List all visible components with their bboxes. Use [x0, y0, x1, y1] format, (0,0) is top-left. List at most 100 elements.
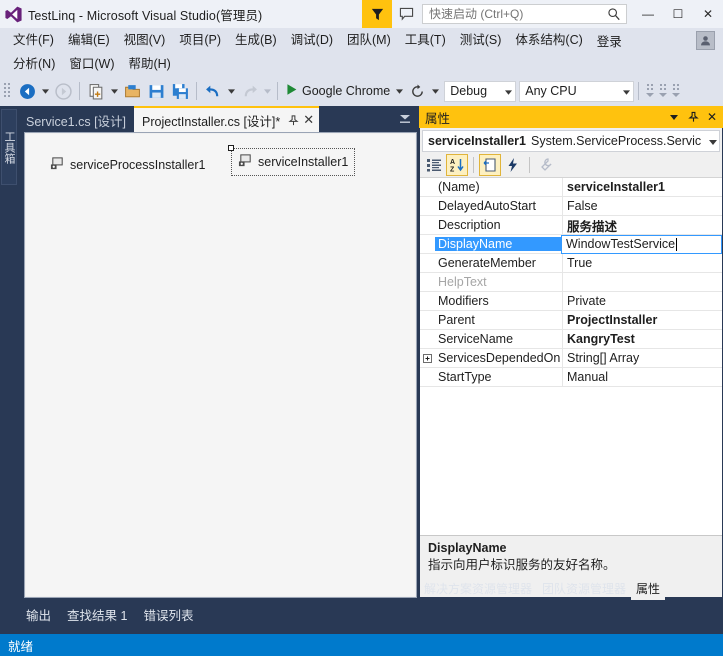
property-row-displayname[interactable]: DisplayName WindowTestService: [420, 234, 722, 254]
menu-item-architecture[interactable]: 体系结构(C): [508, 29, 589, 51]
undo-arrow-icon[interactable]: [201, 79, 225, 103]
menu-item-edit[interactable]: 编辑(E): [61, 29, 117, 51]
navigate-backward-chevron-down-icon[interactable]: [39, 79, 51, 103]
property-value[interactable]: Manual: [562, 367, 722, 387]
navigate-backward-icon[interactable]: [15, 79, 39, 103]
property-grid[interactable]: (Name) serviceInstaller1 DelayedAutoStar…: [420, 178, 722, 535]
quick-launch-box[interactable]: [422, 4, 627, 24]
quick-launch-input[interactable]: [423, 7, 599, 21]
menu-item-team[interactable]: 团队(M): [340, 29, 398, 51]
tab-overflow-chevron-icon[interactable]: [395, 108, 415, 130]
solution-platform-combo[interactable]: Any CPU: [519, 80, 635, 102]
property-value[interactable]: serviceInstaller1: [562, 178, 722, 197]
save-icon[interactable]: [144, 79, 168, 103]
object-selector-chevron-down-icon[interactable]: [709, 134, 717, 148]
bottom-tab-find-results[interactable]: 查找结果 1: [59, 601, 135, 628]
solution-platform-chevron-down-icon[interactable]: [623, 84, 631, 98]
property-value[interactable]: False: [562, 196, 722, 216]
property-row[interactable]: GenerateMember True: [420, 253, 722, 273]
speech-bubble-icon[interactable]: [392, 0, 420, 28]
menu-row-2: 分析(N) 窗口(W) 帮助(H): [0, 52, 723, 76]
start-debugging-button[interactable]: Google Chrome: [282, 79, 393, 103]
row-expander-placeholder: [420, 368, 435, 387]
property-row[interactable]: Modifiers Private: [420, 291, 722, 311]
solution-configuration-combo[interactable]: Debug: [444, 80, 517, 102]
open-file-icon[interactable]: [120, 79, 144, 103]
property-row[interactable]: Parent ProjectInstaller: [420, 310, 722, 330]
component-tray-icon: [238, 153, 253, 171]
pin-tab-icon[interactable]: [288, 114, 299, 126]
property-row[interactable]: ServicesDependedOn String[] Array: [420, 348, 722, 368]
properties-page-icon[interactable]: [479, 153, 501, 176]
dock-tab-team-explorer[interactable]: 团队资源管理器: [537, 577, 631, 600]
bottom-tab-error-list[interactable]: 错误列表: [135, 601, 201, 628]
component-serviceprocessinstaller1[interactable]: serviceProcessInstaller1: [44, 152, 211, 178]
selected-object-type: System.ServiceProcess.Servic: [531, 134, 702, 148]
pin-window-icon[interactable]: [685, 108, 701, 126]
menu-item-analyze[interactable]: 分析(N): [6, 53, 62, 75]
alphabetical-sort-icon[interactable]: A Z: [446, 153, 468, 176]
close-panel-icon[interactable]: ✕: [704, 108, 720, 126]
property-value[interactable]: String[] Array: [562, 348, 722, 368]
property-value[interactable]: 服务描述: [562, 215, 722, 235]
property-row[interactable]: StartType Manual: [420, 367, 722, 387]
feedback-funnel-icon[interactable]: [362, 0, 392, 28]
categorized-view-icon[interactable]: [423, 154, 445, 176]
menu-item-file[interactable]: 文件(F): [6, 29, 61, 51]
minimize-button[interactable]: —: [633, 0, 663, 28]
document-tab-service1[interactable]: Service1.cs [设计]: [18, 108, 135, 132]
row-expander-placeholder: [420, 311, 435, 330]
panel-menu-chevron-down-icon[interactable]: [666, 108, 682, 126]
property-row[interactable]: DelayedAutoStart False: [420, 196, 722, 216]
component-tray[interactable]: serviceProcessInstaller1 serviceInstalle…: [26, 134, 415, 596]
toolbar-overflow-icon[interactable]: [643, 79, 687, 103]
property-row[interactable]: ServiceName KangryTest: [420, 329, 722, 349]
new-project-icon[interactable]: [84, 79, 108, 103]
menu-item-debug[interactable]: 调试(D): [284, 29, 340, 51]
menu-item-test[interactable]: 测试(S): [453, 29, 509, 51]
property-value[interactable]: KangryTest: [562, 329, 722, 349]
property-row[interactable]: Description 服务描述: [420, 215, 722, 235]
menu-item-window[interactable]: 窗口(W): [62, 53, 121, 75]
bottom-tab-output[interactable]: 输出: [18, 601, 59, 628]
property-value[interactable]: ProjectInstaller: [562, 310, 722, 330]
row-expander-placeholder: [420, 197, 435, 216]
property-value[interactable]: Private: [562, 291, 722, 311]
menu-item-help[interactable]: 帮助(H): [121, 53, 177, 75]
toolbar-grip-handle[interactable]: [3, 81, 13, 101]
dock-tab-properties[interactable]: 属性: [631, 577, 666, 600]
menu-item-view[interactable]: 视图(V): [117, 29, 173, 51]
menu-item-project[interactable]: 项目(P): [172, 29, 228, 51]
save-all-icon[interactable]: [168, 79, 192, 103]
menu-item-tools[interactable]: 工具(T): [398, 29, 453, 51]
user-account-icon[interactable]: [696, 31, 715, 50]
search-magnifier-icon[interactable]: [607, 7, 621, 24]
dock-tab-solution-explorer[interactable]: 解决方案资源管理器: [419, 577, 537, 600]
property-row[interactable]: (Name) serviceInstaller1: [420, 178, 722, 197]
sign-in-link[interactable]: 登录: [590, 29, 629, 52]
property-pages-wrench-icon: [535, 154, 557, 176]
selection-handle[interactable]: [228, 145, 234, 151]
property-value-editor[interactable]: WindowTestService: [561, 234, 722, 254]
refresh-circular-icon[interactable]: [405, 79, 429, 103]
new-project-chevron-down-icon[interactable]: [108, 79, 120, 103]
property-value[interactable]: [562, 272, 722, 292]
close-tab-icon[interactable]: ✕: [303, 112, 314, 128]
menu-item-build[interactable]: 生成(B): [228, 29, 284, 51]
windows-forms-designer-surface[interactable]: serviceProcessInstaller1 serviceInstalle…: [24, 132, 417, 598]
document-tab-projectinstaller[interactable]: ProjectInstaller.cs [设计]* ✕: [134, 106, 320, 132]
close-button[interactable]: ✕: [693, 0, 723, 28]
start-debugging-chevron-down-icon[interactable]: [393, 79, 405, 103]
solution-configuration-value: Debug: [450, 84, 488, 98]
expand-plus-icon[interactable]: [420, 349, 435, 368]
events-lightning-icon[interactable]: [502, 154, 524, 176]
undo-chevron-down-icon[interactable]: [225, 79, 237, 103]
component-serviceinstaller1[interactable]: serviceInstaller1: [228, 145, 356, 176]
properties-object-selector[interactable]: serviceInstaller1 System.ServiceProcess.…: [422, 130, 720, 152]
refresh-chevron-down-icon[interactable]: [429, 79, 441, 103]
solution-configuration-chevron-down-icon[interactable]: [505, 84, 513, 98]
maximize-button[interactable]: ☐: [663, 0, 693, 28]
property-value[interactable]: True: [562, 253, 722, 273]
property-row[interactable]: HelpText: [420, 272, 722, 292]
toolbox-tab[interactable]: 工具箱: [1, 109, 17, 185]
